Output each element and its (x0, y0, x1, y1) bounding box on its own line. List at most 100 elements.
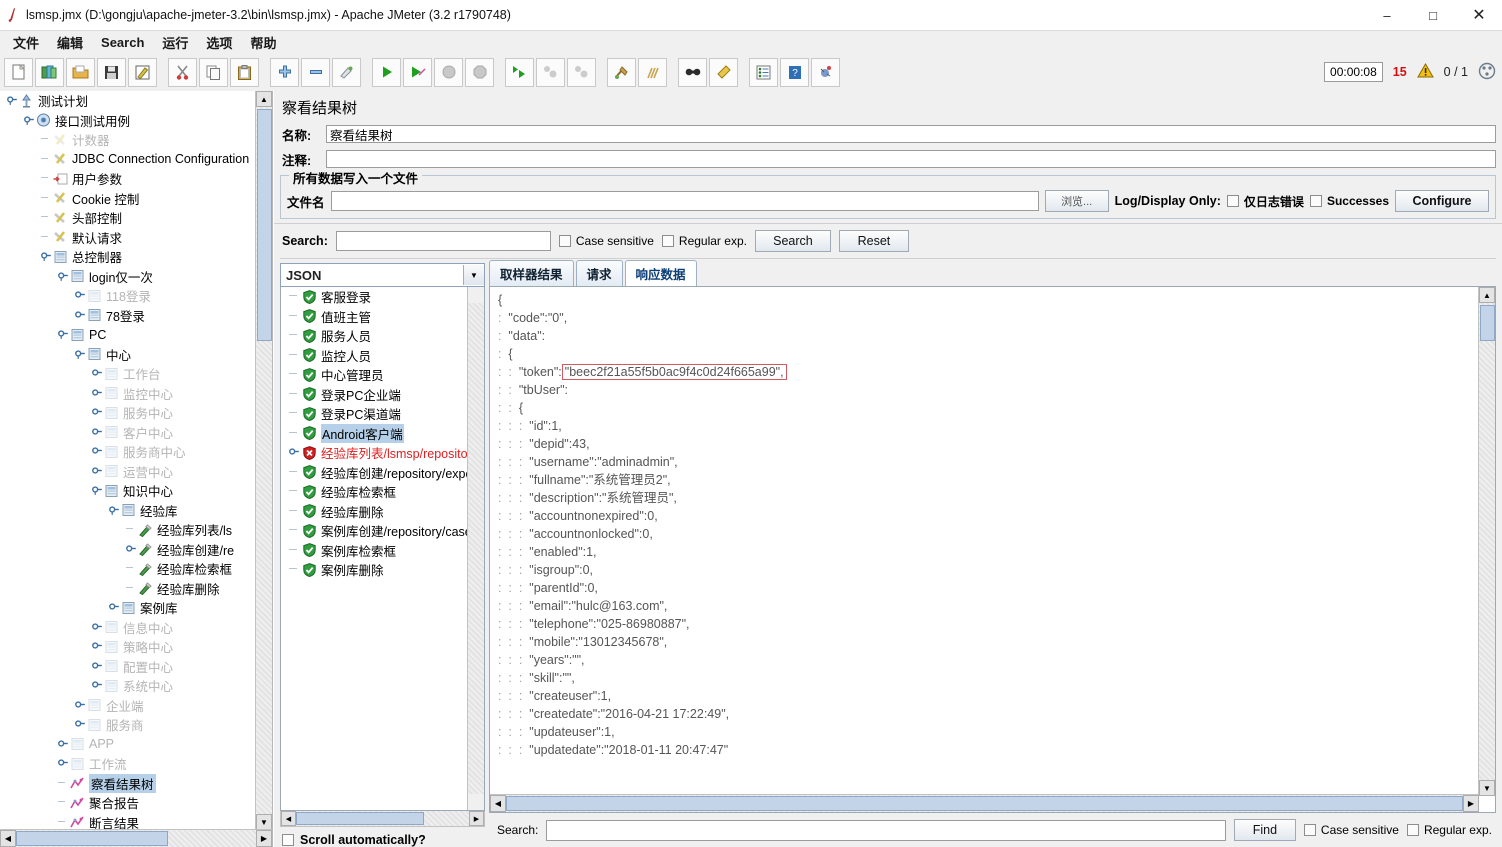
help-button[interactable]: ? (780, 57, 809, 87)
results-vertical-scrollbar[interactable] (467, 287, 484, 810)
menu-options[interactable]: 选项 (197, 31, 241, 54)
tree-toggle-handle-icon[interactable] (57, 328, 69, 341)
bottom-search-input[interactable] (546, 819, 1226, 841)
tree-toggle-handle-icon[interactable] (91, 679, 103, 692)
tree-node[interactable]: 断言结果 (0, 813, 256, 830)
bug-button[interactable] (811, 57, 840, 87)
results-horizontal-scrollbar[interactable]: ◀ ▶ (280, 811, 485, 827)
response-data-view[interactable]: {: "code":"0",: "data":: {: : "token": "b… (489, 286, 1496, 813)
top-case-sensitive-box[interactable] (558, 235, 571, 247)
warning-triangle-icon[interactable] (1416, 62, 1434, 82)
tree-toggle-handle-icon[interactable] (91, 426, 103, 439)
result-node[interactable]: 登录PC渠道端 (281, 404, 468, 424)
tree-node[interactable]: 经验库检索框 (0, 559, 256, 579)
tree-node[interactable]: 系统中心 (0, 676, 256, 696)
start-no-pauses-button[interactable] (403, 57, 432, 87)
tree-scroll-down-arrow[interactable]: ▼ (256, 814, 272, 830)
results-scroll-right-arrow[interactable]: ▶ (469, 811, 484, 826)
tab-2[interactable]: 响应数据 (624, 260, 697, 286)
tree-node[interactable]: 信息中心 (0, 618, 256, 638)
tree-toggle-handle-icon[interactable] (6, 94, 18, 107)
result-toggle-handle-icon[interactable] (287, 446, 301, 459)
tree-node[interactable]: 工作台 (0, 364, 256, 384)
tree-toggle-handle-icon[interactable] (74, 718, 86, 731)
tree-toggle-handle-icon[interactable] (108, 601, 120, 614)
save-button[interactable] (97, 57, 126, 87)
results-hscroll-track[interactable] (296, 811, 469, 826)
maximize-button[interactable]: □ (1410, 0, 1456, 30)
tree-node[interactable]: 知识中心 (0, 481, 256, 501)
result-node[interactable]: 值班主管 (281, 307, 468, 327)
response-vscroll-track[interactable] (1479, 303, 1495, 780)
tree-hscroll-track[interactable] (16, 830, 256, 847)
menu-search[interactable]: Search (92, 33, 153, 52)
tree-toggle-handle-icon[interactable] (91, 621, 103, 634)
response-vscroll-thumb[interactable] (1480, 305, 1495, 341)
tree-node[interactable]: login仅一次 (0, 267, 256, 287)
result-node[interactable]: 服务人员 (281, 326, 468, 346)
tree-scroll-left-arrow[interactable]: ◀ (0, 830, 16, 847)
tree-node[interactable]: 118登录 (0, 286, 256, 306)
tree-node[interactable]: 经验库 (0, 501, 256, 521)
tree-node[interactable]: 服务中心 (0, 403, 256, 423)
tree-node[interactable]: 总控制器 (0, 247, 256, 267)
tree-node[interactable]: 经验库创建/re (0, 540, 256, 560)
comment-input[interactable] (326, 150, 1496, 168)
top-search-input[interactable] (335, 231, 551, 251)
tree-toggle-handle-icon[interactable] (91, 445, 103, 458)
bottom-regex-box[interactable] (1406, 824, 1419, 836)
tree-toggle-handle-icon[interactable] (23, 114, 35, 127)
bottom-regex-checkbox[interactable]: Regular exp. (1406, 823, 1492, 837)
successes-box[interactable] (1309, 195, 1322, 207)
result-node[interactable]: 客服登录 (281, 287, 468, 307)
result-node[interactable]: 案例库删除 (281, 560, 468, 580)
tree-toggle-handle-icon[interactable] (91, 484, 103, 497)
close-button[interactable]: ✕ (1456, 0, 1502, 30)
clear-button[interactable] (607, 57, 636, 87)
scroll-automatically-box[interactable] (282, 834, 294, 846)
renderer-select[interactable]: JSON ▼ (280, 263, 485, 287)
tree-node[interactable]: 案例库 (0, 598, 256, 618)
tree-scroll-up-arrow[interactable]: ▲ (256, 91, 272, 107)
tree-toggle-handle-icon[interactable] (74, 309, 86, 322)
tree-toggle-handle-icon[interactable] (40, 250, 52, 263)
response-vertical-scrollbar[interactable]: ▲ ▼ (1478, 287, 1495, 796)
results-hscroll-thumb[interactable] (296, 812, 424, 825)
sampler-results-tree[interactable]: 客服登录 值班主管 服务人员 监控人员 中心管理员 登录PC企业端 登录PC渠道端 Andro… (280, 287, 485, 811)
new-button[interactable] (4, 57, 33, 87)
top-reset-button[interactable]: Reset (838, 230, 909, 252)
tree-node[interactable]: 头部控制 (0, 208, 256, 228)
tree-toggle-handle-icon[interactable] (74, 289, 86, 302)
tree-node[interactable]: 用户参数 (0, 169, 256, 189)
tree-toggle-handle-icon[interactable] (57, 738, 69, 751)
tree-node[interactable]: 测试计划 (0, 91, 256, 111)
open-button[interactable] (66, 57, 95, 87)
tree-node[interactable]: Cookie 控制 (0, 189, 256, 209)
top-regex-box[interactable] (661, 235, 674, 247)
remote-start-all-button[interactable] (505, 57, 534, 87)
tree-scroll-right-arrow[interactable]: ▶ (256, 830, 272, 847)
tree-toggle-handle-icon[interactable] (91, 387, 103, 400)
result-node[interactable]: 案例库创建/repository/case (281, 521, 468, 541)
errors-only-box[interactable] (1226, 195, 1239, 207)
tree-node[interactable]: 企业端 (0, 696, 256, 716)
scroll-automatically-checkbox[interactable]: Scroll automatically? (280, 827, 485, 847)
tree-node[interactable]: 客户中心 (0, 423, 256, 443)
bottom-case-sensitive-checkbox[interactable]: Case sensitive (1303, 823, 1399, 837)
tree-node[interactable]: JDBC Connection Configuration (0, 150, 256, 170)
tree-toggle-handle-icon[interactable] (57, 270, 69, 283)
tree-toggle-handle-icon[interactable] (74, 699, 86, 712)
response-scroll-down-arrow[interactable]: ▼ (1479, 780, 1495, 796)
copy-button[interactable] (199, 57, 228, 87)
tree-toggle-handle-icon[interactable] (91, 406, 103, 419)
tree-node[interactable]: 工作流 (0, 754, 256, 774)
result-node[interactable]: 中心管理员 (281, 365, 468, 385)
tree-toggle-handle-icon[interactable] (91, 465, 103, 478)
results-scroll-left-arrow[interactable]: ◀ (281, 811, 296, 826)
result-node[interactable]: 登录PC企业端 (281, 385, 468, 405)
result-node[interactable]: 经验库检索框 (281, 482, 468, 502)
collapse-all-button[interactable] (301, 57, 330, 87)
tree-node[interactable]: 计数器 (0, 130, 256, 150)
tree-node[interactable]: 经验库删除 (0, 579, 256, 599)
function-helper-button[interactable] (749, 57, 778, 87)
